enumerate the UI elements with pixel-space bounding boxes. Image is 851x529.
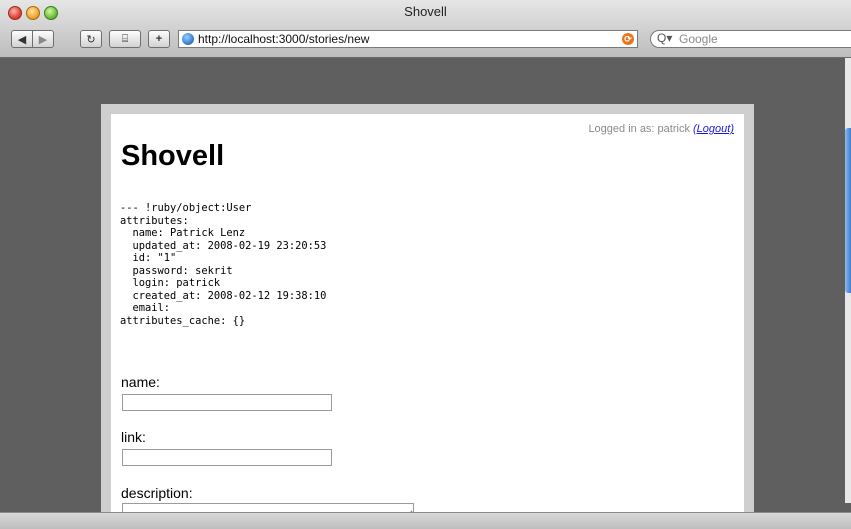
search-icon[interactable]: Q▾ — [657, 31, 672, 45]
page-content: Logged in as: patrick (Logout) Shovell -… — [111, 114, 744, 514]
login-status: Logged in as: patrick (Logout) — [588, 123, 734, 135]
link-label: link: — [121, 429, 146, 445]
globe-icon — [182, 33, 194, 45]
scrollbar-thumb[interactable] — [845, 128, 851, 293]
name-input[interactable] — [122, 394, 332, 411]
reload-button[interactable]: ↻ — [80, 30, 102, 48]
logout-link[interactable]: (Logout) — [693, 123, 734, 135]
forward-button[interactable]: ▶ — [32, 30, 54, 48]
address-text: http://localhost:3000/stories/new — [198, 32, 370, 46]
search-input[interactable]: Q▾ Google — [650, 30, 851, 48]
reload-icon: ↻ — [86, 33, 96, 46]
snapback-icon: ⌸ — [121, 32, 129, 45]
back-button[interactable]: ◀ — [11, 30, 33, 48]
vertical-scrollbar[interactable] — [845, 58, 851, 503]
status-bar — [0, 512, 851, 529]
add-bookmark-button[interactable]: + — [148, 30, 170, 48]
search-placeholder: Google — [679, 32, 718, 46]
back-arrow-icon: ◀ — [17, 33, 27, 46]
window-title: Shovell — [404, 4, 447, 19]
browser-window: Shovell ◀ ▶ ↻ ⌸ + http://localhost:3000/… — [0, 0, 851, 529]
name-label: name: — [121, 374, 160, 390]
title-bar: Shovell ◀ ▶ ↻ ⌸ + http://localhost:3000/… — [0, 0, 851, 58]
address-bar[interactable]: http://localhost:3000/stories/new ⟳ — [178, 30, 638, 48]
login-text: Logged in as: patrick — [588, 123, 690, 135]
plus-icon: + — [155, 33, 163, 45]
forward-arrow-icon: ▶ — [38, 33, 48, 46]
link-input[interactable] — [122, 449, 332, 466]
description-label: description: — [121, 485, 193, 501]
page-title: Shovell — [121, 140, 225, 172]
debug-output: --- !ruby/object:User attributes: name: … — [120, 202, 327, 327]
rss-icon[interactable]: ⟳ — [622, 33, 634, 45]
snapback-button[interactable]: ⌸ — [109, 30, 141, 48]
